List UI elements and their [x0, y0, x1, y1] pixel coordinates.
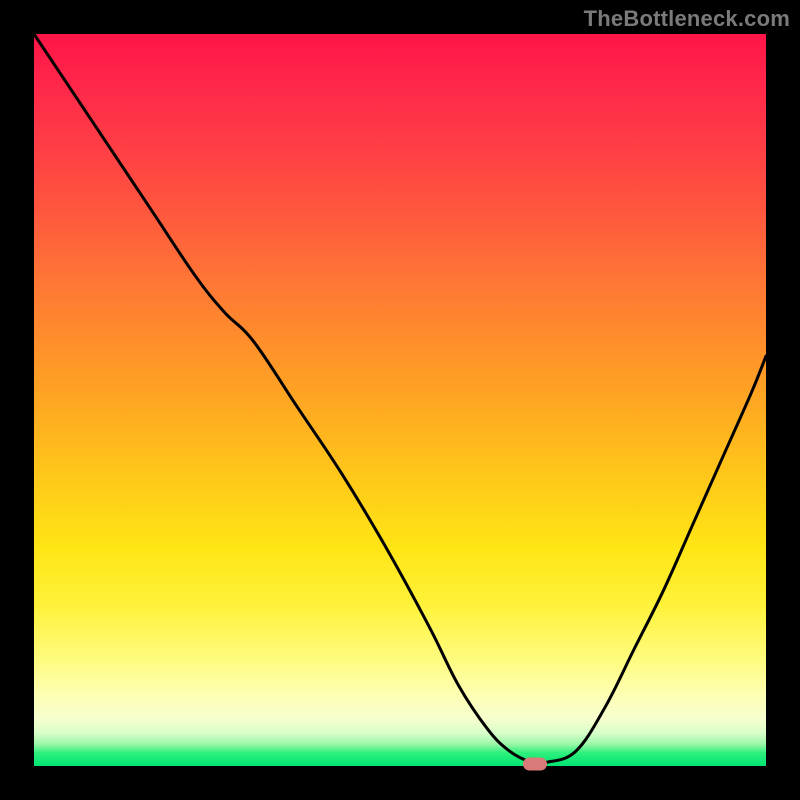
- bottleneck-curve: [34, 34, 766, 766]
- plot-area: [34, 34, 766, 766]
- watermark-text: TheBottleneck.com: [584, 6, 790, 32]
- chart-frame: TheBottleneck.com: [0, 0, 800, 800]
- optimal-point-marker: [523, 758, 547, 771]
